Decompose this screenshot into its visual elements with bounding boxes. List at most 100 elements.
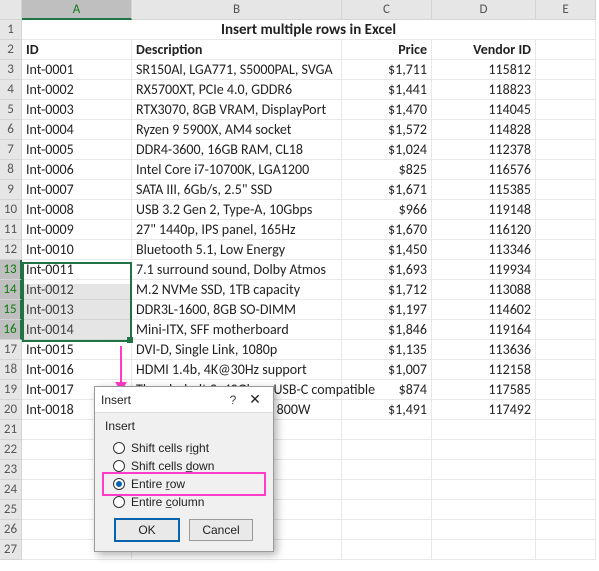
- cell-id[interactable]: Int-0013: [22, 300, 132, 320]
- cell-id[interactable]: Int-0001: [22, 60, 132, 80]
- cell-price[interactable]: $1,491: [342, 400, 432, 420]
- cell-vendor[interactable]: 114828: [432, 120, 536, 140]
- cell-desc[interactable]: USB 3.2 Gen 2, Type-A, 10Gbps: [132, 200, 342, 220]
- row-header[interactable]: 2: [0, 40, 22, 60]
- row-header[interactable]: 5: [0, 100, 22, 120]
- cell-price[interactable]: $1,670: [342, 220, 432, 240]
- cell-desc[interactable]: DDR3L-1600, 8GB SO-DIMM: [132, 300, 342, 320]
- row-header[interactable]: 24: [0, 480, 22, 500]
- cell-price[interactable]: $1,450: [342, 240, 432, 260]
- cell-empty[interactable]: [536, 420, 596, 440]
- row-header[interactable]: 8: [0, 160, 22, 180]
- cell-id[interactable]: Int-0011: [22, 260, 132, 280]
- col-header-C[interactable]: C: [342, 0, 432, 20]
- col-header-A[interactable]: A: [22, 0, 132, 20]
- radio-shift-down[interactable]: Shift cells down: [105, 457, 263, 475]
- row-header[interactable]: 3: [0, 60, 22, 80]
- cell-vendor[interactable]: [432, 480, 536, 500]
- cell-price[interactable]: $1,846: [342, 320, 432, 340]
- cell-price[interactable]: [342, 480, 432, 500]
- cell-vendor[interactable]: 119934: [432, 260, 536, 280]
- cell-desc[interactable]: RX5700XT, PCIe 4.0, GDDR6: [132, 80, 342, 100]
- cell-desc[interactable]: DDR4-3600, 16GB RAM, CL18: [132, 140, 342, 160]
- cell-price[interactable]: [342, 460, 432, 480]
- ok-button[interactable]: OK: [115, 519, 179, 541]
- cell-desc[interactable]: 7.1 surround sound, Dolby Atmos: [132, 260, 342, 280]
- cell-vendor[interactable]: [432, 520, 536, 540]
- cell-empty[interactable]: [536, 300, 596, 320]
- cell-empty[interactable]: [536, 120, 596, 140]
- cell-id[interactable]: Int-0008: [22, 200, 132, 220]
- row-header[interactable]: 18: [0, 360, 22, 380]
- cancel-button[interactable]: Cancel: [189, 519, 253, 541]
- cell-id[interactable]: Int-0009: [22, 220, 132, 240]
- cell-id[interactable]: Int-0004: [22, 120, 132, 140]
- cell-vendor[interactable]: 112378: [432, 140, 536, 160]
- cell-empty[interactable]: [536, 80, 596, 100]
- help-icon[interactable]: ?: [223, 393, 243, 407]
- row-header[interactable]: 12: [0, 240, 22, 260]
- cell-vendor[interactable]: 118823: [432, 80, 536, 100]
- cell-desc[interactable]: SATA III, 6Gb/s, 2.5" SSD: [132, 180, 342, 200]
- cell-price[interactable]: $1,712: [342, 280, 432, 300]
- cell-id[interactable]: Int-0016: [22, 360, 132, 380]
- cell-empty[interactable]: [536, 400, 596, 420]
- cell-id[interactable]: Int-0003: [22, 100, 132, 120]
- cell-price[interactable]: $1,572: [342, 120, 432, 140]
- radio-entire-row[interactable]: Entire row: [105, 475, 263, 493]
- cell-vendor[interactable]: 116576: [432, 160, 536, 180]
- cell-id[interactable]: Int-0012: [22, 280, 132, 300]
- row-header[interactable]: 14: [0, 280, 22, 300]
- cell-empty[interactable]: [536, 60, 596, 80]
- cell-price[interactable]: [342, 520, 432, 540]
- row-header[interactable]: 22: [0, 440, 22, 460]
- cell-vendor[interactable]: 113636: [432, 340, 536, 360]
- cell-price[interactable]: [342, 420, 432, 440]
- row-header[interactable]: 13: [0, 260, 22, 280]
- cell-vendor[interactable]: [432, 500, 536, 520]
- cell-vendor[interactable]: 115812: [432, 60, 536, 80]
- cell-price[interactable]: $825: [342, 160, 432, 180]
- cell-vendor[interactable]: [432, 540, 536, 560]
- cell-price[interactable]: $1,007: [342, 360, 432, 380]
- cell-empty[interactable]: [536, 380, 596, 400]
- cell-empty[interactable]: [536, 260, 596, 280]
- cell-price[interactable]: $874: [342, 380, 432, 400]
- cell-desc[interactable]: Ryzen 9 5900X, AM4 socket: [132, 120, 342, 140]
- select-all-corner[interactable]: [0, 0, 22, 20]
- cell-empty[interactable]: [536, 340, 596, 360]
- cell-vendor[interactable]: [432, 420, 536, 440]
- radio-entire-column[interactable]: Entire column: [105, 493, 263, 511]
- cell-empty[interactable]: [536, 440, 596, 460]
- cell-price[interactable]: $966: [342, 200, 432, 220]
- cell-price[interactable]: [342, 500, 432, 520]
- row-header[interactable]: 1: [0, 20, 22, 40]
- cell-price[interactable]: [342, 440, 432, 460]
- cell-vendor[interactable]: 113346: [432, 240, 536, 260]
- cell-empty[interactable]: [536, 280, 596, 300]
- cell-desc[interactable]: Bluetooth 5.1, Low Energy: [132, 240, 342, 260]
- cell-empty[interactable]: [536, 40, 596, 60]
- cell-empty[interactable]: [536, 220, 596, 240]
- cell-price[interactable]: $1,197: [342, 300, 432, 320]
- row-header[interactable]: 16: [0, 320, 22, 340]
- row-header[interactable]: 26: [0, 520, 22, 540]
- cell-price[interactable]: $1,470: [342, 100, 432, 120]
- row-header[interactable]: 4: [0, 80, 22, 100]
- cell-vendor[interactable]: 114045: [432, 100, 536, 120]
- cell-empty[interactable]: [536, 360, 596, 380]
- cell-empty[interactable]: [536, 100, 596, 120]
- cell-desc[interactable]: Mini-ITX, SFF motherboard: [132, 320, 342, 340]
- cell-vendor[interactable]: 112158: [432, 360, 536, 380]
- row-header[interactable]: 21: [0, 420, 22, 440]
- cell-desc[interactable]: Intel Core i7-10700K, LGA1200: [132, 160, 342, 180]
- cell-vendor[interactable]: 116120: [432, 220, 536, 240]
- th-vendor[interactable]: Vendor ID: [432, 40, 536, 60]
- cell-empty[interactable]: [536, 160, 596, 180]
- row-header[interactable]: 25: [0, 500, 22, 520]
- cell-id[interactable]: Int-0005: [22, 140, 132, 160]
- row-header[interactable]: 9: [0, 180, 22, 200]
- cell-desc[interactable]: RTX3070, 8GB VRAM, DisplayPort: [132, 100, 342, 120]
- col-header-E[interactable]: E: [536, 0, 596, 20]
- radio-shift-right[interactable]: Shift cells right: [105, 439, 263, 457]
